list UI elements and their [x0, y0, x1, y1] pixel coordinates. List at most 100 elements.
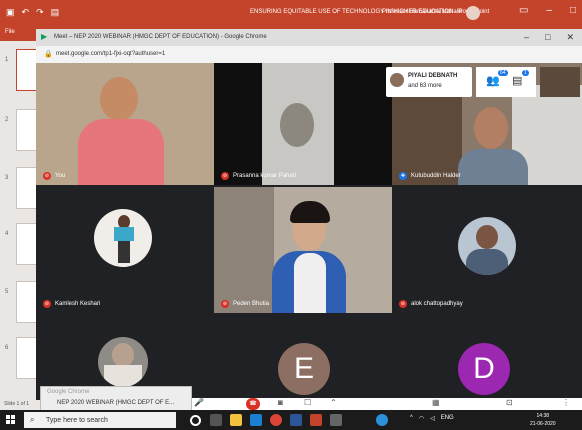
chrome-window-title: Meet – NEP 2020 WEBINAR (HMGC DEPT OF ED… [54, 34, 267, 40]
cortana-icon[interactable] [190, 415, 201, 426]
slide-number: 1 [5, 57, 9, 63]
quick-access-toolbar: ▣ ↶ ↷ ▤ [6, 7, 59, 18]
task-view-icon[interactable] [210, 414, 222, 426]
more-participants: and 63 more [408, 83, 442, 89]
captions-icon[interactable]: ☐ [304, 398, 311, 407]
taskbar-preview-popup[interactable]: Google Chrome NEP 2020 WEBINAR (HMGC DEP… [40, 386, 192, 412]
participant-body [78, 119, 164, 185]
participant-name: Kamlesh Keshari [55, 301, 101, 307]
maximize-icon[interactable]: □ [545, 32, 550, 43]
video-tile[interactable]: ⊘ Kamlesh Keshari [36, 187, 214, 313]
save-icon[interactable]: ▣ [6, 7, 15, 18]
slide-thumbnail[interactable] [16, 337, 38, 379]
participant-name: PIYALI DEBNATH [408, 73, 458, 79]
network-icon[interactable]: ◠ [419, 415, 424, 422]
video-tile[interactable]: ⊘ You [36, 63, 214, 185]
layout-icon[interactable]: ▦ [432, 398, 440, 407]
windows-start-icon[interactable] [6, 415, 16, 425]
tray-chevron-icon[interactable]: ^ [410, 415, 413, 422]
slide-thumbnail[interactable] [16, 167, 38, 209]
edge-icon[interactable] [250, 414, 262, 426]
video-tile[interactable]: E [214, 315, 392, 400]
close-icon[interactable]: ✕ [566, 32, 574, 43]
taskbar-search-box[interactable]: ⌕ Type here to search [24, 412, 176, 428]
more-options-icon[interactable]: ⋮ [562, 398, 570, 407]
participant-initial: E [278, 343, 330, 395]
system-tray: ^ ◠ ◁ ENG [410, 415, 454, 422]
mic-icon[interactable]: 🎤 [194, 398, 204, 407]
slide-thumbnail[interactable] [16, 109, 38, 151]
app-icon[interactable] [376, 414, 388, 426]
user-avatar[interactable] [466, 6, 480, 20]
video-tile[interactable]: ⊘ Peden Bhutia [214, 187, 392, 313]
meet-panel-buttons: 👥 64 ▤ 1 [476, 67, 536, 97]
present-icon[interactable]: ⌃ [330, 398, 337, 407]
file-explorer-icon[interactable] [230, 414, 242, 426]
self-view-thumbnail[interactable] [540, 67, 580, 97]
minimize-icon[interactable]: – [546, 5, 552, 16]
people-icon[interactable]: 👥 [486, 74, 500, 87]
participant-label: ⊘ alok chattopadhyay [399, 300, 463, 308]
chrome-icon[interactable] [270, 414, 282, 426]
participant-label: ⊘ Kamlesh Keshari [43, 300, 100, 308]
chrome-window-controls: – □ ✕ [524, 32, 574, 43]
slide-thumbnail[interactable] [16, 49, 38, 91]
meet-video-grid: ⊘ You ⊘ Prasanna kumar Pahari ✚ Kutubudd… [36, 63, 582, 400]
ribbon-display-icon[interactable]: ▭ [519, 5, 528, 16]
slide-number: 2 [5, 117, 9, 123]
slide-number: 5 [5, 289, 9, 295]
slide-thumbnail[interactable] [16, 281, 38, 323]
language-indicator[interactable]: ENG [441, 415, 454, 422]
participant-head [474, 107, 508, 149]
people-count-badge: 64 [498, 70, 508, 76]
address-bar[interactable]: 🔒 meet.google.com/tp1-fjxi-oqt?authuser=… [36, 46, 582, 64]
room-shadow [214, 187, 274, 313]
participant-avatar [98, 337, 148, 387]
app-icon[interactable] [330, 414, 342, 426]
camera-icon[interactable]: ◙ [278, 398, 283, 407]
redo-icon[interactable]: ↷ [36, 7, 44, 18]
participant-avatar [390, 73, 404, 87]
slide-number: 3 [5, 175, 9, 181]
mic-off-icon: ⊘ [221, 172, 229, 180]
maximize-icon[interactable]: □ [570, 5, 576, 16]
search-icon: ⌕ [30, 415, 35, 424]
participant-name: Peden Bhutia [233, 301, 270, 307]
participant-label: ⊘ Peden Bhutia [221, 300, 269, 308]
mic-off-icon: ⊘ [43, 172, 51, 180]
chat-icon[interactable]: ▤ [512, 74, 522, 87]
popup-window-title: NEP 2020 WEBINAR (HMGC DEPT OF E... [57, 400, 175, 406]
address-url[interactable]: meet.google.com/tp1-fjxi-oqt?authuser=1 [56, 51, 165, 57]
minimize-icon[interactable]: – [524, 32, 529, 43]
word-icon[interactable] [290, 414, 302, 426]
slide-count: Slide 1 of 1 [4, 401, 30, 407]
powerpoint-icon[interactable] [310, 414, 322, 426]
mic-active-icon: ✚ [399, 172, 407, 180]
volume-icon[interactable]: ◁ [430, 415, 435, 422]
file-tab[interactable]: File [5, 29, 15, 35]
participant-name: Kutubuddin Halder [411, 173, 461, 179]
fullscreen-icon[interactable]: ⊡ [506, 398, 513, 407]
mic-off-icon: ⊘ [221, 300, 229, 308]
participant-initial: D [458, 343, 510, 395]
powerpoint-titlebar: ▣ ↶ ↷ ▤ ENSURING EQUITABLE USE OF TECHNO… [0, 0, 582, 27]
meet-top-overlay: PIYALI DEBNATH and 63 more 👥 64 ▤ 1 [386, 65, 580, 99]
meet-logo-icon: ▶ [41, 32, 48, 41]
popup-app-name: Google Chrome [47, 389, 90, 395]
slide-number: 4 [5, 231, 9, 237]
search-placeholder[interactable]: Type here to search [46, 417, 108, 424]
participant-shirt [294, 253, 326, 313]
participants-preview[interactable]: PIYALI DEBNATH and 63 more [386, 67, 472, 97]
present-icon[interactable]: ▤ [51, 7, 60, 18]
slide-thumbnail[interactable] [16, 223, 38, 265]
undo-icon[interactable]: ↶ [22, 7, 30, 18]
video-tile[interactable]: ⊘ alok chattopadhyay [392, 187, 582, 313]
leave-call-button[interactable]: ☎ [246, 398, 260, 410]
taskbar-clock[interactable]: 14:38 21-06-2020 [530, 412, 556, 428]
windows-taskbar: ⌕ Type here to search ^ ◠ ◁ ENG 14:38 21… [0, 410, 582, 430]
chrome-titlebar: ▶ Meet – NEP 2020 WEBINAR (HMGC DEPT OF … [36, 29, 582, 46]
participant-avatar [94, 209, 152, 267]
video-tile[interactable]: ⊘ Prasanna kumar Pahari [214, 63, 392, 185]
participant-label: ⊘ Prasanna kumar Pahari [221, 172, 296, 180]
video-tile[interactable]: D [392, 315, 582, 400]
